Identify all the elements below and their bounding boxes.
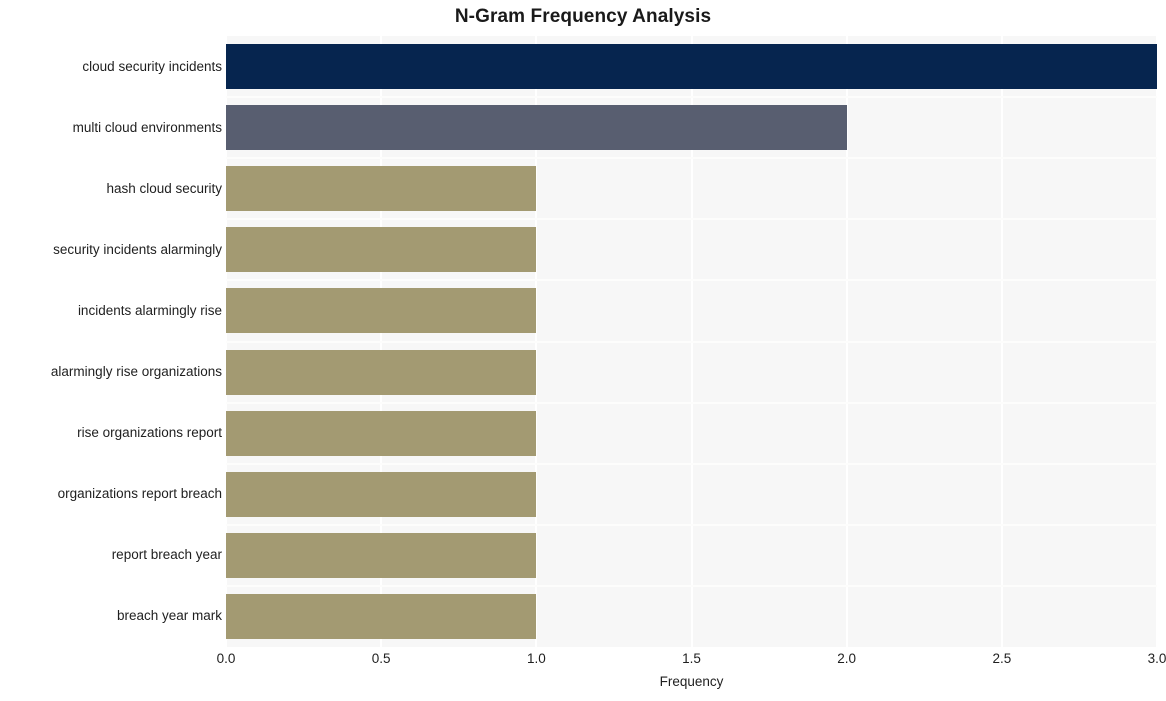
x-axis-label: Frequency [659, 674, 724, 689]
bar [226, 105, 847, 151]
y-axis-tick-label: security incidents alarmingly [53, 241, 222, 257]
x-axis-tick-labels: 0.0 0.5 1.0 1.5 2.0 2.5 3.0 [217, 651, 1166, 673]
y-axis-tick-label: multi cloud environments [72, 119, 222, 135]
y-axis-tick-label: hash cloud security [106, 180, 222, 196]
bar [226, 593, 537, 639]
y-axis-tick-labels: cloud security incidents multi cloud envi… [0, 36, 222, 647]
plot-area [225, 36, 1158, 647]
bar [226, 288, 537, 334]
bar [226, 471, 537, 517]
x-axis-tick-label: 0.5 [371, 651, 391, 666]
bar [226, 44, 1157, 90]
y-axis-tick-label: rise organizations report [77, 425, 222, 441]
bar [226, 227, 537, 273]
y-axis-tick-label: alarmingly rise organizations [50, 364, 222, 380]
bar [226, 166, 537, 212]
x-axis-tick-label: 2.0 [837, 651, 857, 666]
chart-title: N-Gram Frequency Analysis [454, 6, 712, 27]
x-axis-tick-label: 0.0 [216, 651, 236, 666]
bar-series [226, 36, 1157, 647]
x-axis-tick-label: 3.0 [1147, 651, 1166, 666]
bar [226, 349, 537, 395]
y-axis-tick-label: incidents alarmingly rise [77, 302, 222, 318]
bar [226, 532, 537, 578]
y-axis-tick-label: breach year mark [116, 608, 222, 624]
y-axis-tick-label: cloud security incidents [82, 58, 222, 74]
x-axis-tick-label: 1.0 [526, 651, 546, 666]
x-axis-tick-label: 1.5 [682, 651, 701, 666]
x-axis-tick-label: 2.5 [992, 651, 1012, 666]
y-axis-tick-label: report breach year [111, 547, 222, 563]
chart-figure: N-Gram Frequency Analysis cloud security… [0, 0, 1166, 701]
bar [226, 410, 537, 456]
y-axis-tick-label: organizations report breach [57, 486, 222, 502]
